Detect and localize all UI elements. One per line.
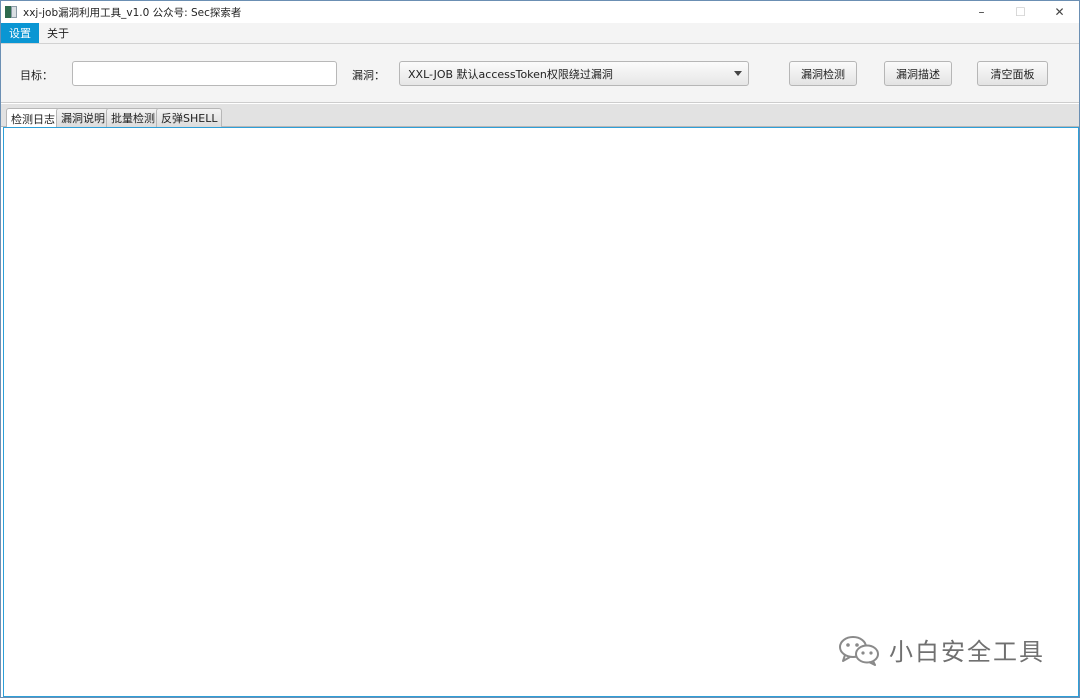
minimize-button[interactable]: – bbox=[962, 1, 1001, 23]
tab-bar: 检测日志 漏洞说明 批量检测 反弹SHELL bbox=[1, 104, 1079, 128]
close-button[interactable]: ✕ bbox=[1040, 1, 1079, 23]
target-label: 目标： bbox=[20, 69, 53, 82]
menu-about[interactable]: 关于 bbox=[39, 23, 77, 43]
describe-button[interactable]: 漏洞描述 bbox=[884, 61, 952, 86]
tab-reverse-shell[interactable]: 反弹SHELL bbox=[156, 108, 223, 127]
app-icon bbox=[5, 6, 17, 18]
tab-detect-log[interactable]: 检测日志 bbox=[6, 108, 60, 128]
title-bar: xxj-job漏洞利用工具_v1.0 公众号: Sec探索者 – ☐ ✕ bbox=[1, 1, 1079, 23]
window-title: xxj-job漏洞利用工具_v1.0 公众号: Sec探索者 bbox=[23, 6, 242, 19]
menu-bar: 设置 关于 bbox=[1, 23, 1079, 44]
detect-button[interactable]: 漏洞检测 bbox=[789, 61, 857, 86]
clear-panel-button[interactable]: 清空面板 bbox=[977, 61, 1048, 86]
vuln-label: 漏洞： bbox=[352, 69, 385, 82]
vuln-select[interactable]: XXL-JOB 默认accessToken权限绕过漏洞 bbox=[399, 61, 749, 86]
maximize-button[interactable]: ☐ bbox=[1001, 1, 1040, 23]
log-panel[interactable] bbox=[3, 127, 1079, 697]
watermark: 小白安全工具 bbox=[837, 632, 1045, 667]
chevron-down-icon bbox=[734, 71, 742, 76]
watermark-text: 小白安全工具 bbox=[889, 638, 1045, 666]
wechat-icon bbox=[839, 635, 879, 666]
window-controls: – ☐ ✕ bbox=[962, 1, 1079, 23]
vuln-select-value: XXL-JOB 默认accessToken权限绕过漏洞 bbox=[408, 67, 613, 81]
tab-batch-detect[interactable]: 批量检测 bbox=[106, 108, 160, 127]
tab-vuln-info[interactable]: 漏洞说明 bbox=[56, 108, 110, 127]
toolbar: 目标： 漏洞： XXL-JOB 默认accessToken权限绕过漏洞 漏洞检测… bbox=[1, 44, 1079, 103]
target-input[interactable] bbox=[72, 61, 337, 86]
menu-settings[interactable]: 设置 bbox=[1, 23, 39, 43]
app-window: xxj-job漏洞利用工具_v1.0 公众号: Sec探索者 – ☐ ✕ 设置 … bbox=[0, 0, 1080, 698]
